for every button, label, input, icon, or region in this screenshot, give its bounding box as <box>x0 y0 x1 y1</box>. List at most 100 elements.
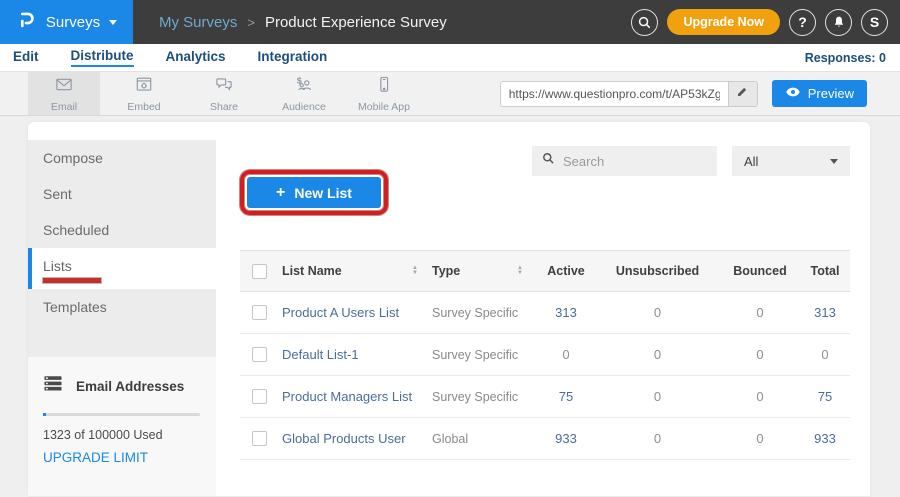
chevron-down-icon <box>109 20 117 25</box>
list-name-link[interactable]: Product A Users List <box>282 305 432 320</box>
channel-email[interactable]: Email <box>28 72 100 115</box>
active-count: 933 <box>537 431 595 446</box>
col-bounced: Bounced <box>720 264 800 278</box>
tab-edit[interactable]: Edit <box>13 49 39 66</box>
table-row: Default List-1 Survey Specific 0 0 0 0 <box>240 334 850 376</box>
bounced-count: 0 <box>720 305 800 320</box>
list-name-link[interactable]: Product Managers List <box>282 389 432 404</box>
preview-button[interactable]: Preview <box>772 80 867 107</box>
email-usage-text: 1323 of 100000 Used <box>43 428 200 442</box>
email-list-icon <box>43 374 63 398</box>
tab-analytics[interactable]: Analytics <box>166 49 226 66</box>
channel-share[interactable]: Share <box>188 72 260 115</box>
table-header-row: List Name ▲▼ Type ▲▼ Active Unsubscribed… <box>240 250 850 292</box>
total-count: 75 <box>800 389 850 404</box>
sidebar-item-scheduled[interactable]: Scheduled <box>28 212 216 248</box>
help-button[interactable]: ? <box>789 9 816 36</box>
col-unsubscribed: Unsubscribed <box>595 264 720 278</box>
sidebar-item-lists[interactable]: Lists <box>28 248 216 289</box>
sort-icon[interactable]: ▲▼ <box>517 266 523 276</box>
total-count: 933 <box>800 431 850 446</box>
sort-icon[interactable]: ▲▼ <box>412 266 418 276</box>
total-count: 313 <box>800 305 850 320</box>
unsubscribed-count: 0 <box>595 347 720 362</box>
channel-audience[interactable]: $ Audience <box>268 72 340 115</box>
list-name-link[interactable]: Global Products User <box>282 431 432 446</box>
email-addresses-title: Email Addresses <box>76 379 184 394</box>
col-type: Type <box>432 264 460 278</box>
select-all-checkbox[interactable] <box>252 264 267 279</box>
breadcrumb-my-surveys[interactable]: My Surveys <box>159 14 237 31</box>
search-icon[interactable] <box>631 9 658 36</box>
avatar[interactable]: S <box>861 9 888 36</box>
col-active: Active <box>537 264 595 278</box>
top-actions: Upgrade Now ? S <box>631 9 888 36</box>
upgrade-limit-link[interactable]: UPGRADE LIMIT <box>43 450 148 465</box>
annotation-highlight-new-list: + New List <box>240 170 388 215</box>
col-total: Total <box>800 264 850 278</box>
list-name-link[interactable]: Default List-1 <box>282 347 432 362</box>
channel-label: Share <box>210 101 238 113</box>
unsubscribed-count: 0 <box>595 389 720 404</box>
plus-icon: + <box>276 184 285 202</box>
page-background: Compose Sent Scheduled Lists Templates E… <box>0 116 900 496</box>
sidebar-item-templates[interactable]: Templates <box>28 289 216 325</box>
list-type: Survey Specific <box>432 306 537 320</box>
row-checkbox[interactable] <box>252 389 267 404</box>
filter-selected-value: All <box>744 154 758 169</box>
channel-label: Audience <box>282 101 326 113</box>
new-list-label: New List <box>294 185 352 201</box>
mobile-app-icon <box>373 75 395 99</box>
channel-mobile-app[interactable]: Mobile App <box>348 72 420 115</box>
channel-label: Email <box>51 101 77 113</box>
total-count: 0 <box>800 347 850 362</box>
survey-url-group: Preview <box>500 72 900 115</box>
table-row: Product A Users List Survey Specific 313… <box>240 292 850 334</box>
upgrade-now-button[interactable]: Upgrade Now <box>667 9 780 35</box>
row-checkbox[interactable] <box>252 347 267 362</box>
email-usage-progress <box>43 413 200 416</box>
responses-count: Responses: 0 <box>805 51 900 65</box>
search-icon <box>542 152 555 170</box>
sidebar-item-compose[interactable]: Compose <box>28 140 216 176</box>
table-row: Product Managers List Survey Specific 75… <box>240 376 850 418</box>
product-switcher[interactable]: Surveys <box>0 0 133 44</box>
bounced-count: 0 <box>720 431 800 446</box>
bounced-count: 0 <box>720 347 800 362</box>
row-checkbox[interactable] <box>252 431 267 446</box>
brand-label: Surveys <box>46 14 100 31</box>
tab-distribute[interactable]: Distribute <box>71 48 134 67</box>
active-count: 75 <box>537 389 595 404</box>
list-type: Survey Specific <box>432 348 537 362</box>
edit-url-button[interactable] <box>728 81 758 107</box>
notifications-bell-icon[interactable] <box>825 9 852 36</box>
email-usage-progress-fill <box>43 413 46 416</box>
survey-nav-tabs: Edit Distribute Analytics Integration Re… <box>0 44 900 72</box>
lists-main: All + New List List Name ▲ <box>216 122 870 496</box>
new-list-button[interactable]: + New List <box>247 177 381 208</box>
breadcrumb-current-survey: Product Experience Survey <box>265 14 447 31</box>
channel-label: Mobile App <box>358 101 410 113</box>
list-filter-dropdown[interactable]: All <box>732 146 850 176</box>
bounced-count: 0 <box>720 389 800 404</box>
breadcrumb-separator: > <box>247 15 255 30</box>
row-checkbox[interactable] <box>252 305 267 320</box>
chevron-down-icon <box>830 159 838 164</box>
list-search <box>532 146 717 176</box>
audience-icon: $ <box>293 75 315 99</box>
channel-embed[interactable]: Embed <box>108 72 180 115</box>
unsubscribed-count: 0 <box>595 431 720 446</box>
search-input[interactable] <box>563 154 739 169</box>
table-row: Global Products User Global 933 0 0 933 <box>240 418 850 460</box>
tab-integration[interactable]: Integration <box>258 49 328 66</box>
survey-url-input[interactable] <box>500 81 728 107</box>
embed-icon <box>133 75 155 99</box>
list-controls: All + New List <box>240 146 850 250</box>
share-icon <box>213 75 235 99</box>
email-icon <box>53 75 75 99</box>
annotation-underline-lists <box>43 278 101 283</box>
distribution-toolbar: Email Embed Share $ Audience Mobile App <box>0 72 900 116</box>
sidebar-item-sent[interactable]: Sent <box>28 176 216 212</box>
list-type: Survey Specific <box>432 390 537 404</box>
pencil-icon <box>736 85 749 103</box>
